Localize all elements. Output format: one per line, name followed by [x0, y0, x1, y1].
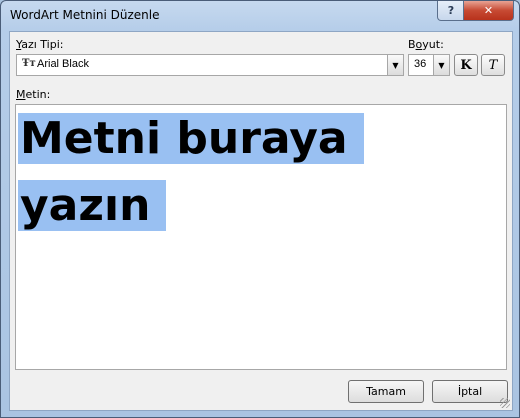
italic-icon: T	[488, 57, 498, 73]
font-value: Arial Black	[37, 58, 89, 70]
font-dropdown-button[interactable]: ▼	[387, 55, 403, 75]
wordart-dialog: WordArt Metnini Düzenle ? ✕ Yazı Tipi: Ŧ…	[0, 0, 520, 418]
dialog-title: WordArt Metnini Düzenle	[10, 8, 160, 22]
dialog-body: Yazı Tipi: Ŧт Arial Black ▼ Boyut: 36 ▼ …	[9, 31, 513, 411]
size-value: 36	[414, 58, 427, 70]
italic-button[interactable]: T	[481, 54, 505, 76]
cancel-button[interactable]: İptal	[432, 380, 508, 403]
text-input[interactable]: Metni buraya yazın	[15, 104, 507, 370]
ok-button[interactable]: Tamam	[348, 380, 424, 403]
font-select[interactable]: Ŧт Arial Black ▼	[16, 54, 404, 76]
truetype-font-icon: Ŧт	[22, 58, 36, 69]
text-content: Metni buraya yazın	[18, 105, 364, 239]
chevron-down-icon: ▼	[392, 60, 399, 70]
title-bar[interactable]: WordArt Metnini Düzenle ? ✕	[1, 1, 519, 31]
help-icon: ?	[447, 4, 455, 17]
size-dropdown-button[interactable]: ▼	[433, 55, 449, 75]
size-label: Boyut:	[408, 38, 444, 51]
font-label: Yazı Tipi:	[16, 38, 64, 51]
close-icon: ✕	[483, 4, 494, 17]
close-button[interactable]: ✕	[463, 1, 514, 21]
chevron-down-icon: ▼	[438, 60, 445, 70]
bold-button[interactable]: K	[454, 54, 478, 76]
text-label: Metin:	[16, 88, 51, 101]
size-select[interactable]: 36 ▼	[408, 54, 450, 76]
bold-icon: K	[460, 57, 472, 73]
resize-grip[interactable]	[500, 398, 510, 408]
text-line-2: yazın	[18, 172, 364, 239]
text-line-1: Metni buraya	[18, 105, 364, 172]
help-button[interactable]: ?	[437, 1, 465, 21]
